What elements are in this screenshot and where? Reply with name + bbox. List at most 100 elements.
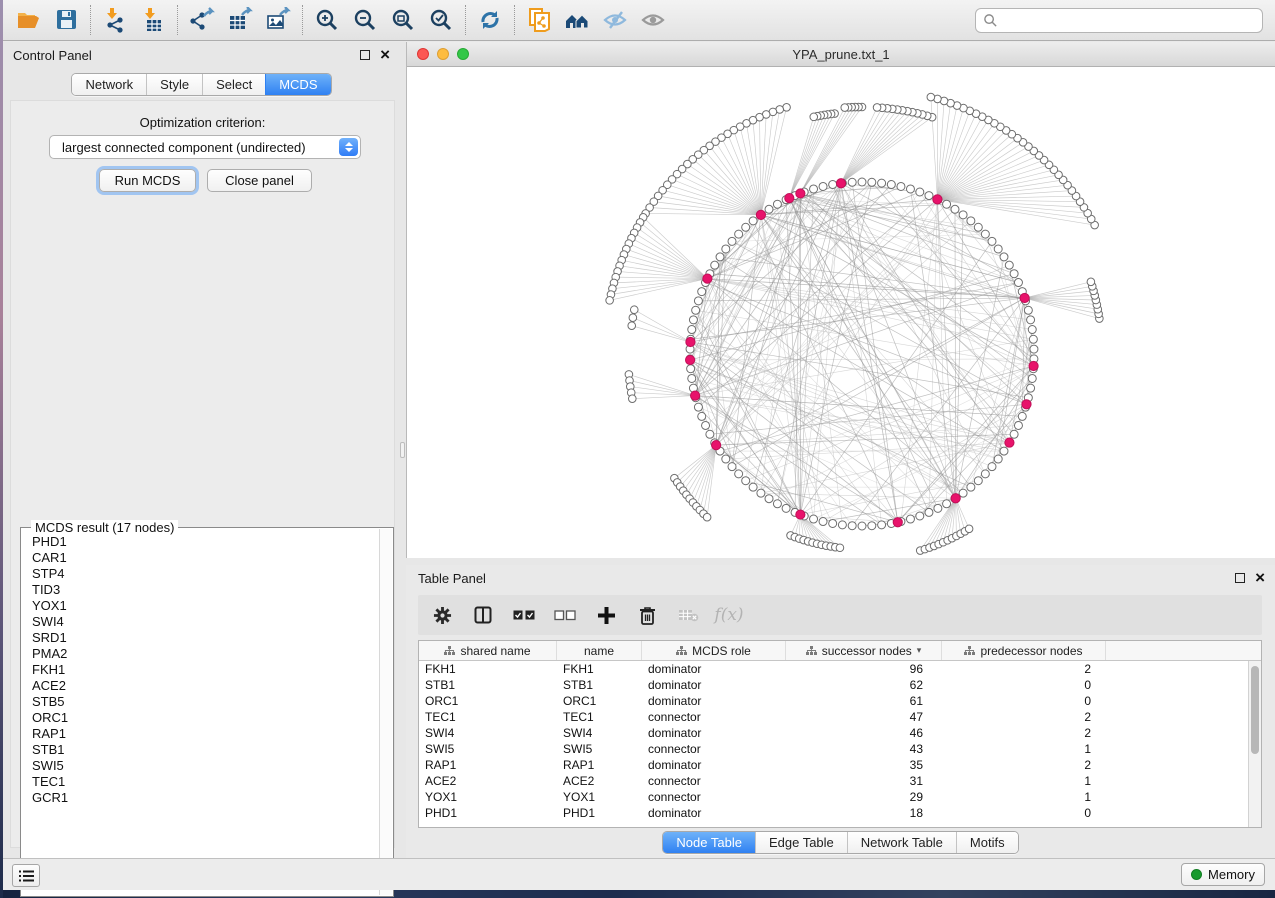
column-header-shared-name[interactable]: shared name — [419, 641, 557, 660]
tab-motifs[interactable]: Motifs — [956, 832, 1018, 853]
export-table-icon[interactable] — [221, 3, 259, 37]
column-header-successor-nodes[interactable]: successor nodes▾ — [786, 641, 942, 660]
network-graph-canvas[interactable] — [407, 67, 1275, 557]
sort-indicator-icon: ▾ — [917, 645, 922, 656]
run-mcds-button[interactable]: Run MCDS — [99, 169, 196, 192]
zoom-fit-icon[interactable] — [384, 3, 422, 37]
clone-network-icon[interactable] — [520, 3, 558, 37]
hide-selected-icon[interactable] — [596, 3, 634, 37]
table-row[interactable]: SWI4SWI4dominator462 — [419, 725, 1261, 741]
mcds-tab-content: Optimization criterion: largest connecte… — [10, 100, 395, 848]
mcds-node-item[interactable]: STB1 — [23, 742, 378, 758]
export-network-icon[interactable] — [183, 3, 221, 37]
tab-style[interactable]: Style — [146, 74, 202, 95]
table-settings-gear-icon[interactable] — [430, 603, 454, 627]
deselect-all-icon[interactable] — [553, 603, 577, 627]
save-icon[interactable] — [47, 3, 85, 37]
memory-button[interactable]: Memory — [1181, 863, 1265, 886]
tab-select[interactable]: Select — [202, 74, 265, 95]
tab-edge-table[interactable]: Edge Table — [755, 832, 847, 853]
zoom-selected-icon[interactable] — [422, 3, 460, 37]
show-column-icon[interactable] — [471, 603, 495, 627]
first-neighbors-icon[interactable] — [558, 3, 596, 37]
cell-name: YOX1 — [557, 789, 642, 805]
window-close-light[interactable] — [417, 48, 429, 60]
mcds-node-item[interactable]: SWI5 — [23, 758, 378, 774]
table-row[interactable]: ACE2ACE2connector311 — [419, 773, 1261, 789]
create-column-icon[interactable] — [594, 603, 618, 627]
mcds-node-item[interactable]: ORC1 — [23, 710, 378, 726]
optimization-criterion-select[interactable]: largest connected component (undirected) — [49, 135, 361, 159]
tab-node-table[interactable]: Node Table — [663, 832, 755, 853]
table-scrollbar-thumb[interactable] — [1251, 666, 1259, 754]
table-row[interactable]: FKH1FKH1dominator962 — [419, 661, 1261, 677]
cell-shared-name: ORC1 — [419, 693, 557, 709]
window-minimize-light[interactable] — [437, 48, 449, 60]
table-row[interactable]: RAP1RAP1dominator352 — [419, 757, 1261, 773]
tab-network[interactable]: Network — [72, 74, 146, 95]
mcds-node-item[interactable]: YOX1 — [23, 598, 378, 614]
mcds-node-item[interactable]: STP4 — [23, 566, 378, 582]
column-header-MCDS-role[interactable]: MCDS role — [642, 641, 786, 660]
delete-column-icon[interactable] — [635, 603, 659, 627]
show-all-icon[interactable] — [634, 3, 672, 37]
mcds-node-item[interactable]: STB5 — [23, 694, 378, 710]
zoom-out-icon[interactable] — [346, 3, 384, 37]
mcds-node-item[interactable]: TEC1 — [23, 774, 378, 790]
table-row[interactable]: STB1STB1dominator620 — [419, 677, 1261, 693]
zoom-in-icon[interactable] — [308, 3, 346, 37]
tab-mcds[interactable]: MCDS — [265, 74, 330, 95]
search-box[interactable] — [975, 8, 1263, 33]
mcds-list-scrollbar[interactable] — [379, 529, 392, 895]
mcds-node-item[interactable]: ACE2 — [23, 678, 378, 694]
task-history-button[interactable] — [12, 864, 40, 887]
table-row[interactable]: SWI5SWI5connector431 — [419, 741, 1261, 757]
mcds-node-item[interactable]: FKH1 — [23, 662, 378, 678]
float-panel-icon[interactable] — [1235, 573, 1245, 583]
close-panel-icon[interactable]: × — [1255, 573, 1265, 583]
mcds-node-item[interactable]: PHD1 — [23, 534, 378, 550]
toolbar-separator — [177, 5, 178, 35]
table-row[interactable]: PHD1PHD1dominator180 — [419, 805, 1261, 821]
splitter-grip[interactable] — [400, 442, 405, 458]
mcds-node-item[interactable]: TID3 — [23, 582, 378, 598]
search-icon — [983, 13, 998, 28]
import-table-icon[interactable] — [134, 3, 172, 37]
mcds-node-item[interactable]: GCR1 — [23, 790, 378, 806]
column-header-predecessor-nodes[interactable]: predecessor nodes — [942, 641, 1106, 660]
cell-MCDS-role: dominator — [642, 693, 786, 709]
network-window-titlebar[interactable]: YPA_prune.txt_1 — [407, 42, 1275, 67]
mcds-node-item[interactable]: RAP1 — [23, 726, 378, 742]
cell-predecessor-nodes: 2 — [942, 725, 1106, 741]
cell-name: FKH1 — [557, 661, 642, 677]
mcds-node-item[interactable]: CAR1 — [23, 550, 378, 566]
float-panel-icon[interactable] — [360, 50, 370, 60]
horizontal-splitter[interactable] — [406, 558, 1275, 565]
cell-shared-name: STB1 — [419, 677, 557, 693]
mcds-node-item[interactable]: PMA2 — [23, 646, 378, 662]
window-zoom-light[interactable] — [457, 48, 469, 60]
export-image-icon[interactable] — [259, 3, 297, 37]
mcds-result-list[interactable]: PHD1CAR1STP4TID3YOX1SWI4SRD1PMA2FKH1ACE2… — [23, 534, 378, 894]
toolbar-separator — [90, 5, 91, 35]
close-panel-button[interactable]: Close panel — [207, 169, 312, 192]
cell-name: SWI5 — [557, 741, 642, 757]
table-panel-tabs: Node TableEdge TableNetwork TableMotifs — [406, 831, 1275, 854]
table-row[interactable]: TEC1TEC1connector472 — [419, 709, 1261, 725]
table-row[interactable]: YOX1YOX1connector291 — [419, 789, 1261, 805]
table-panel-title: Table Panel — [418, 571, 486, 586]
search-input[interactable] — [1003, 11, 1262, 31]
column-header-name[interactable]: name — [557, 641, 642, 660]
import-network-icon[interactable] — [96, 3, 134, 37]
refresh-icon[interactable] — [471, 3, 509, 37]
close-panel-icon[interactable]: × — [380, 50, 390, 60]
mcds-node-item[interactable]: SWI4 — [23, 614, 378, 630]
open-file-icon[interactable] — [9, 3, 47, 37]
table-row[interactable]: ORC1ORC1dominator610 — [419, 693, 1261, 709]
mcds-node-item[interactable]: SRD1 — [23, 630, 378, 646]
select-all-icon[interactable] — [512, 603, 536, 627]
table-scrollbar[interactable] — [1248, 661, 1261, 827]
cell-shared-name: PHD1 — [419, 805, 557, 821]
node-table[interactable]: shared namenameMCDS rolesuccessor nodes▾… — [418, 640, 1262, 828]
tab-network-table[interactable]: Network Table — [847, 832, 956, 853]
